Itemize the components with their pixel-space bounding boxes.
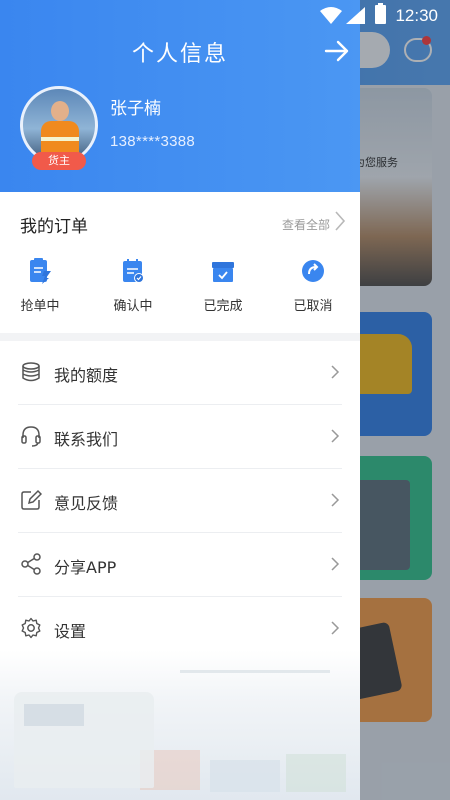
order-status-label: 已完成: [203, 299, 243, 314]
menu-item-label: 联系我们: [54, 430, 119, 449]
chevron-right-icon: [331, 621, 340, 635]
menu-item-quota[interactable]: 我的额度: [0, 341, 360, 405]
order-status-confirming[interactable]: 确认中: [93, 255, 173, 323]
chevron-right-icon: [331, 429, 340, 443]
quota-icon: [22, 362, 40, 382]
status-bar: 12:30: [0, 0, 450, 32]
user-phone: 138****3388: [110, 133, 196, 150]
view-all-link[interactable]: 查看全部: [282, 216, 330, 233]
order-status-label: 已取消: [293, 299, 333, 314]
role-badge: 货主: [32, 152, 86, 170]
gear-icon: [21, 617, 41, 639]
confirming-icon: [123, 259, 144, 283]
side-drawer: 个人信息 货主 张子楠 138****3388 我的订单 查看全部 抢单中 确认…: [0, 0, 360, 800]
my-orders-header: 我的订单 查看全部: [0, 192, 360, 248]
order-status-label: 确认中: [113, 299, 153, 314]
avatar-head: [51, 101, 69, 121]
order-status-label: 抢单中: [20, 299, 60, 314]
menu-item-label: 设置: [54, 622, 87, 641]
order-status-completed[interactable]: 已完成: [183, 255, 263, 323]
container-shape: [286, 754, 346, 792]
chevron-right-icon: [331, 493, 340, 507]
grab-order-icon: [30, 258, 51, 284]
order-status-grabbing[interactable]: 抢单中: [0, 255, 80, 323]
order-status-cancelled[interactable]: 已取消: [273, 255, 353, 323]
menu-item-label: 我的额度: [54, 366, 119, 385]
section-divider: [0, 333, 360, 341]
logistics-background-image: [0, 650, 360, 800]
chevron-right-icon: [331, 365, 340, 379]
menu-item-feedback[interactable]: 意见反馈: [0, 469, 360, 533]
wifi-icon: [320, 7, 342, 24]
completed-icon: [212, 262, 234, 282]
menu-item-share-app[interactable]: 分享APP: [0, 533, 360, 597]
order-status-row: 抢单中 确认中 已完成 已取消: [0, 255, 360, 323]
chevron-right-icon[interactable]: [334, 210, 346, 232]
truck-window-shape: [24, 704, 84, 726]
drawer-menu: 我的额度 联系我们 意见反馈 分享APP 设置: [0, 341, 360, 661]
drawer-title: 个人信息: [131, 42, 228, 67]
avatar-stripe: [41, 137, 79, 141]
menu-item-label: 分享APP: [54, 558, 117, 577]
cancelled-icon: [302, 260, 324, 282]
my-orders-title: 我的订单: [20, 217, 88, 237]
share-icon: [21, 553, 41, 575]
menu-item-label: 意见反馈: [54, 494, 119, 513]
headset-icon: [21, 426, 41, 447]
battery-icon: [375, 3, 386, 24]
container-shape: [210, 760, 280, 792]
signal-icon: [346, 7, 365, 24]
user-name: 张子楠: [110, 99, 161, 119]
arrow-right-icon[interactable]: [322, 38, 352, 64]
feedback-icon: [21, 489, 42, 510]
status-time: 12:30: [395, 6, 438, 25]
menu-item-contact-us[interactable]: 联系我们: [0, 405, 360, 469]
chevron-right-icon: [331, 557, 340, 571]
